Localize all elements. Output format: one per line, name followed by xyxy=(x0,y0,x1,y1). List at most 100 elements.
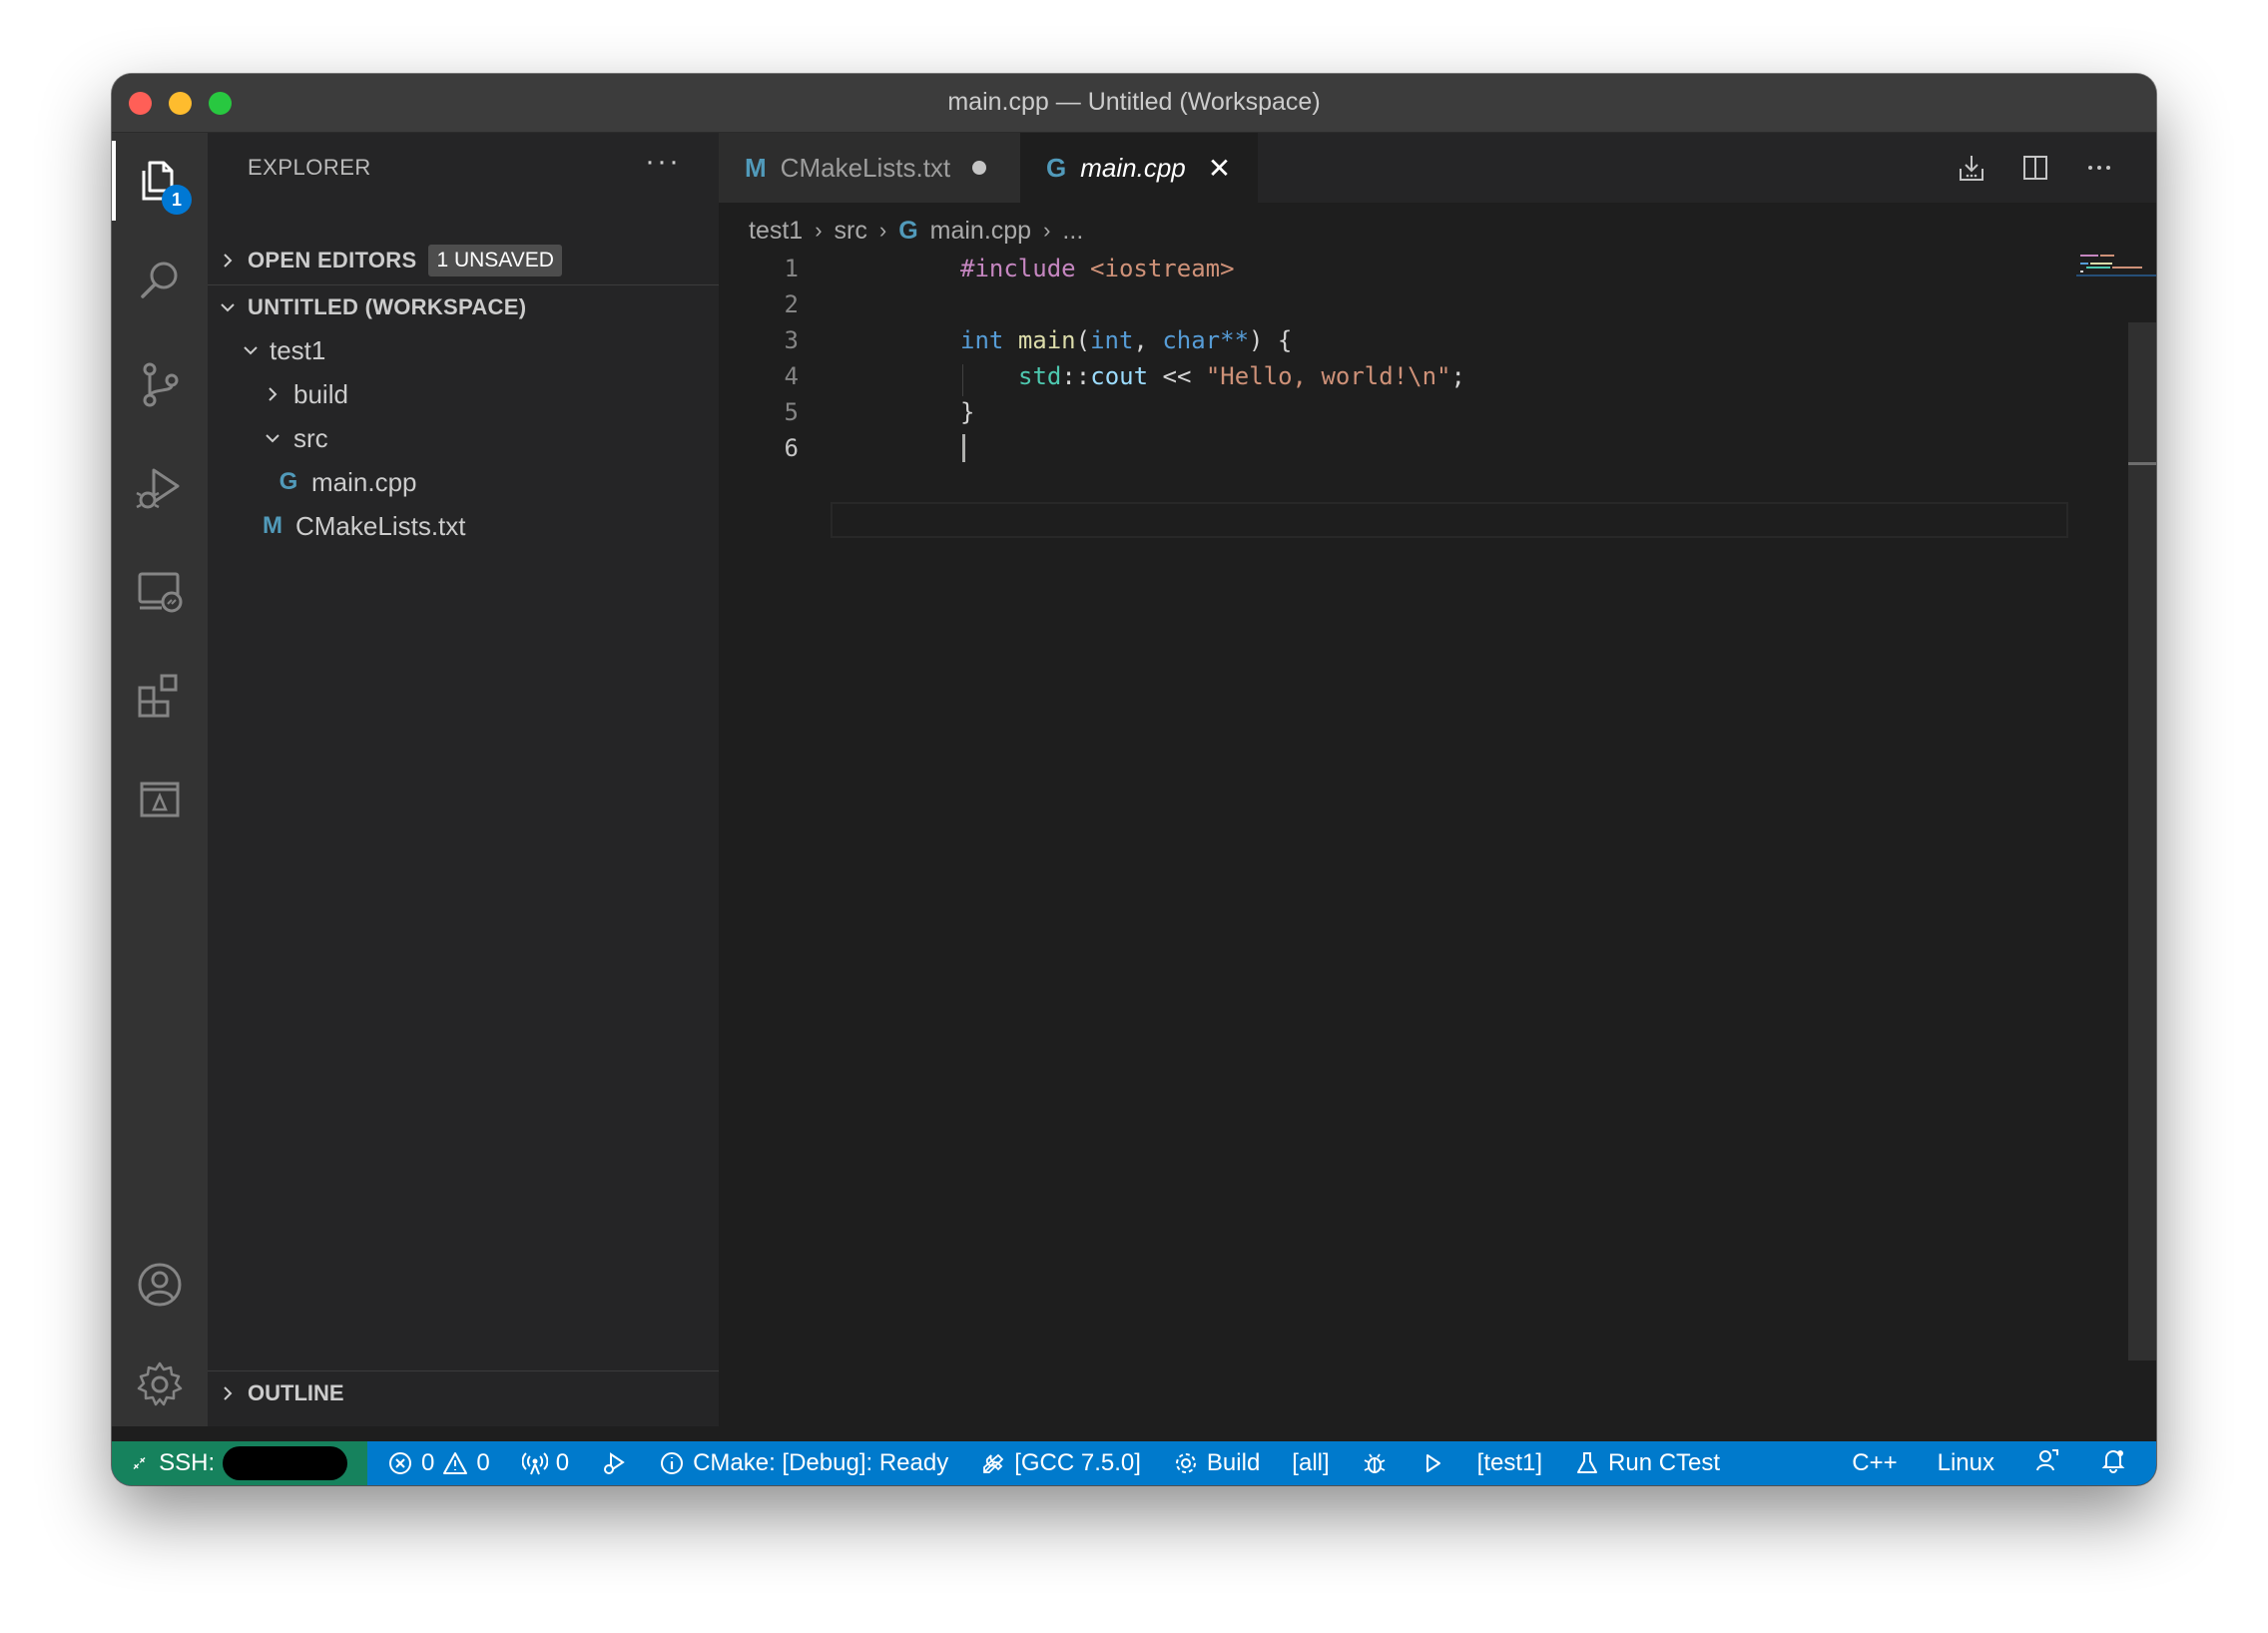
build-target-label: [all] xyxy=(1292,1449,1330,1476)
breadcrumb: test1 › src › G main.cpp › ... xyxy=(749,213,1083,249)
breadcrumb-item[interactable]: main.cpp xyxy=(930,217,1031,246)
beaker-icon xyxy=(1577,1452,1598,1473)
launch-target-label: [test1] xyxy=(1476,1449,1543,1476)
code-text: std::cout << "Hello, world!\n"; xyxy=(1018,362,1465,390)
chevron-right-icon: › xyxy=(1043,218,1051,243)
chevron-down-icon xyxy=(208,299,248,315)
explorer-badge: 1 xyxy=(162,185,192,215)
close-tab-icon[interactable]: ✕ xyxy=(1208,152,1231,185)
cpp-file-icon: G xyxy=(279,468,298,495)
breadcrumb-item[interactable]: src xyxy=(835,217,867,246)
warning-icon xyxy=(443,1452,468,1474)
problems-status[interactable]: 0 0 xyxy=(387,1449,490,1477)
language-mode[interactable]: C++ xyxy=(1852,1449,1897,1477)
run-ctest-label: Run CTest xyxy=(1608,1449,1721,1476)
cmake-status[interactable]: CMake: [Debug]: Ready xyxy=(659,1449,948,1477)
tree-folder-test1[interactable]: test1 xyxy=(208,328,719,372)
search-activity[interactable] xyxy=(112,233,208,328)
remote-explorer-icon xyxy=(138,572,183,613)
build-target-selector[interactable]: [all] xyxy=(1292,1449,1329,1477)
gear-icon xyxy=(137,1361,183,1406)
window-title: main.cpp — Untitled (Workspace) xyxy=(947,88,1321,116)
line-number: 5 xyxy=(784,398,799,426)
feedback-icon[interactable] xyxy=(2034,1447,2060,1480)
bug-icon xyxy=(1364,1453,1386,1473)
tab-label: CMakeLists.txt xyxy=(780,152,951,183)
error-icon xyxy=(389,1452,411,1474)
tab-bar: M CMakeLists.txt G main.cpp ✕ xyxy=(719,133,2156,203)
manage-activity[interactable] xyxy=(112,1337,208,1432)
explorer-more-button[interactable]: ··· xyxy=(645,145,681,179)
cmake-activity[interactable] xyxy=(112,752,208,847)
run-debug-activity[interactable] xyxy=(112,440,208,536)
search-icon xyxy=(141,262,178,298)
unsaved-badge: 1 UNSAVED xyxy=(428,245,562,276)
current-line-highlight xyxy=(831,502,2068,538)
remote-icon xyxy=(133,1457,146,1469)
title-bar: main.cpp — Untitled (Workspace) xyxy=(112,74,2156,133)
build-button[interactable]: Build xyxy=(1173,1449,1260,1477)
code-line: 2 xyxy=(719,286,2076,322)
workspace-label: UNTITLED (WORKSPACE) xyxy=(248,294,527,319)
open-editors-section[interactable]: OPEN EDITORS 1 UNSAVED xyxy=(208,239,719,282)
run-debug-icon xyxy=(136,468,180,509)
notifications-bell-icon[interactable] xyxy=(2100,1447,2126,1480)
tree-file-cmakelists[interactable]: M CMakeLists.txt xyxy=(208,504,719,548)
cmake-icon xyxy=(140,782,180,817)
status-bar: SSH: 0 0 0 CMake: [Debug]: Ready [GCC 7.… xyxy=(112,1441,2156,1485)
tree-folder-src[interactable]: src xyxy=(208,416,719,460)
tree-file-main-cpp[interactable]: G main.cpp xyxy=(208,460,719,504)
code-line: 1 #include <iostream> xyxy=(719,251,2076,286)
vertical-scrollbar[interactable] xyxy=(2128,322,2156,1361)
editor-actions xyxy=(1955,151,2116,185)
explorer-header: EXPLORER ··· xyxy=(208,133,719,203)
code-line: 4 std::cout << "Hello, world!\n"; xyxy=(719,358,2076,394)
broadcast-icon xyxy=(521,1452,548,1475)
explorer-sidebar: EXPLORER ··· OPEN EDITORS 1 UNSAVED UNTI… xyxy=(208,133,719,1426)
remote-label: SSH: xyxy=(159,1449,216,1476)
breadcrumb-item[interactable]: ... xyxy=(1062,217,1083,246)
cmake-file-icon: M xyxy=(263,512,283,539)
code-line: 6 xyxy=(719,430,2076,466)
code-line: 3 int main(int, char**) { xyxy=(719,322,2076,358)
chevron-right-icon: › xyxy=(815,218,823,243)
chevron-right-icon xyxy=(208,1385,248,1401)
open-editors-label: OPEN EDITORS xyxy=(248,248,417,272)
more-actions-icon[interactable] xyxy=(2082,151,2116,185)
kit-selector[interactable]: [GCC 7.5.0] xyxy=(980,1449,1141,1477)
debug-button[interactable] xyxy=(1362,1450,1388,1476)
status-right-items: C++ Linux xyxy=(1852,1441,2126,1485)
tree-label: build xyxy=(293,378,348,409)
os-indicator[interactable]: Linux xyxy=(1938,1449,1994,1477)
tab-cmakelists[interactable]: M CMakeLists.txt xyxy=(719,133,1020,203)
remote-explorer-activity[interactable] xyxy=(112,544,208,640)
source-control-activity[interactable] xyxy=(112,336,208,432)
minimap[interactable] xyxy=(2076,251,2156,290)
tab-main-cpp[interactable]: G main.cpp ✕ xyxy=(1020,133,1258,203)
debug-attach-status[interactable] xyxy=(601,1450,627,1476)
breadcrumb-item[interactable]: test1 xyxy=(749,217,803,246)
cpp-file-icon: G xyxy=(1046,152,1067,183)
remote-indicator[interactable]: SSH: xyxy=(112,1441,367,1485)
run-ctest-button[interactable]: Run CTest xyxy=(1574,1449,1720,1477)
tree-label: test1 xyxy=(270,334,326,365)
ports-status[interactable]: 0 xyxy=(521,1449,569,1477)
unsaved-dot-icon[interactable] xyxy=(972,161,987,175)
open-changes-icon[interactable] xyxy=(1955,151,1988,185)
line-number: 2 xyxy=(784,290,799,318)
outline-section[interactable]: OUTLINE xyxy=(208,1370,719,1415)
tree-folder-build[interactable]: build xyxy=(208,372,719,416)
chevron-down-icon xyxy=(236,342,266,358)
editor-area: M CMakeLists.txt G main.cpp ✕ test1 › sr… xyxy=(719,133,2156,1426)
tree-label: src xyxy=(293,422,328,453)
explorer-activity[interactable]: 1 xyxy=(112,133,208,229)
accounts-activity[interactable] xyxy=(112,1237,208,1333)
run-button[interactable] xyxy=(1419,1450,1445,1476)
workspace-section[interactable]: UNTITLED (WORKSPACE) xyxy=(208,284,719,329)
run-debug-icon xyxy=(604,1452,625,1474)
split-editor-icon[interactable] xyxy=(2018,151,2052,185)
launch-target-selector[interactable]: [test1] xyxy=(1477,1449,1542,1477)
extensions-activity[interactable] xyxy=(112,648,208,744)
code-text: } xyxy=(960,398,975,426)
source-control-icon xyxy=(143,362,179,407)
